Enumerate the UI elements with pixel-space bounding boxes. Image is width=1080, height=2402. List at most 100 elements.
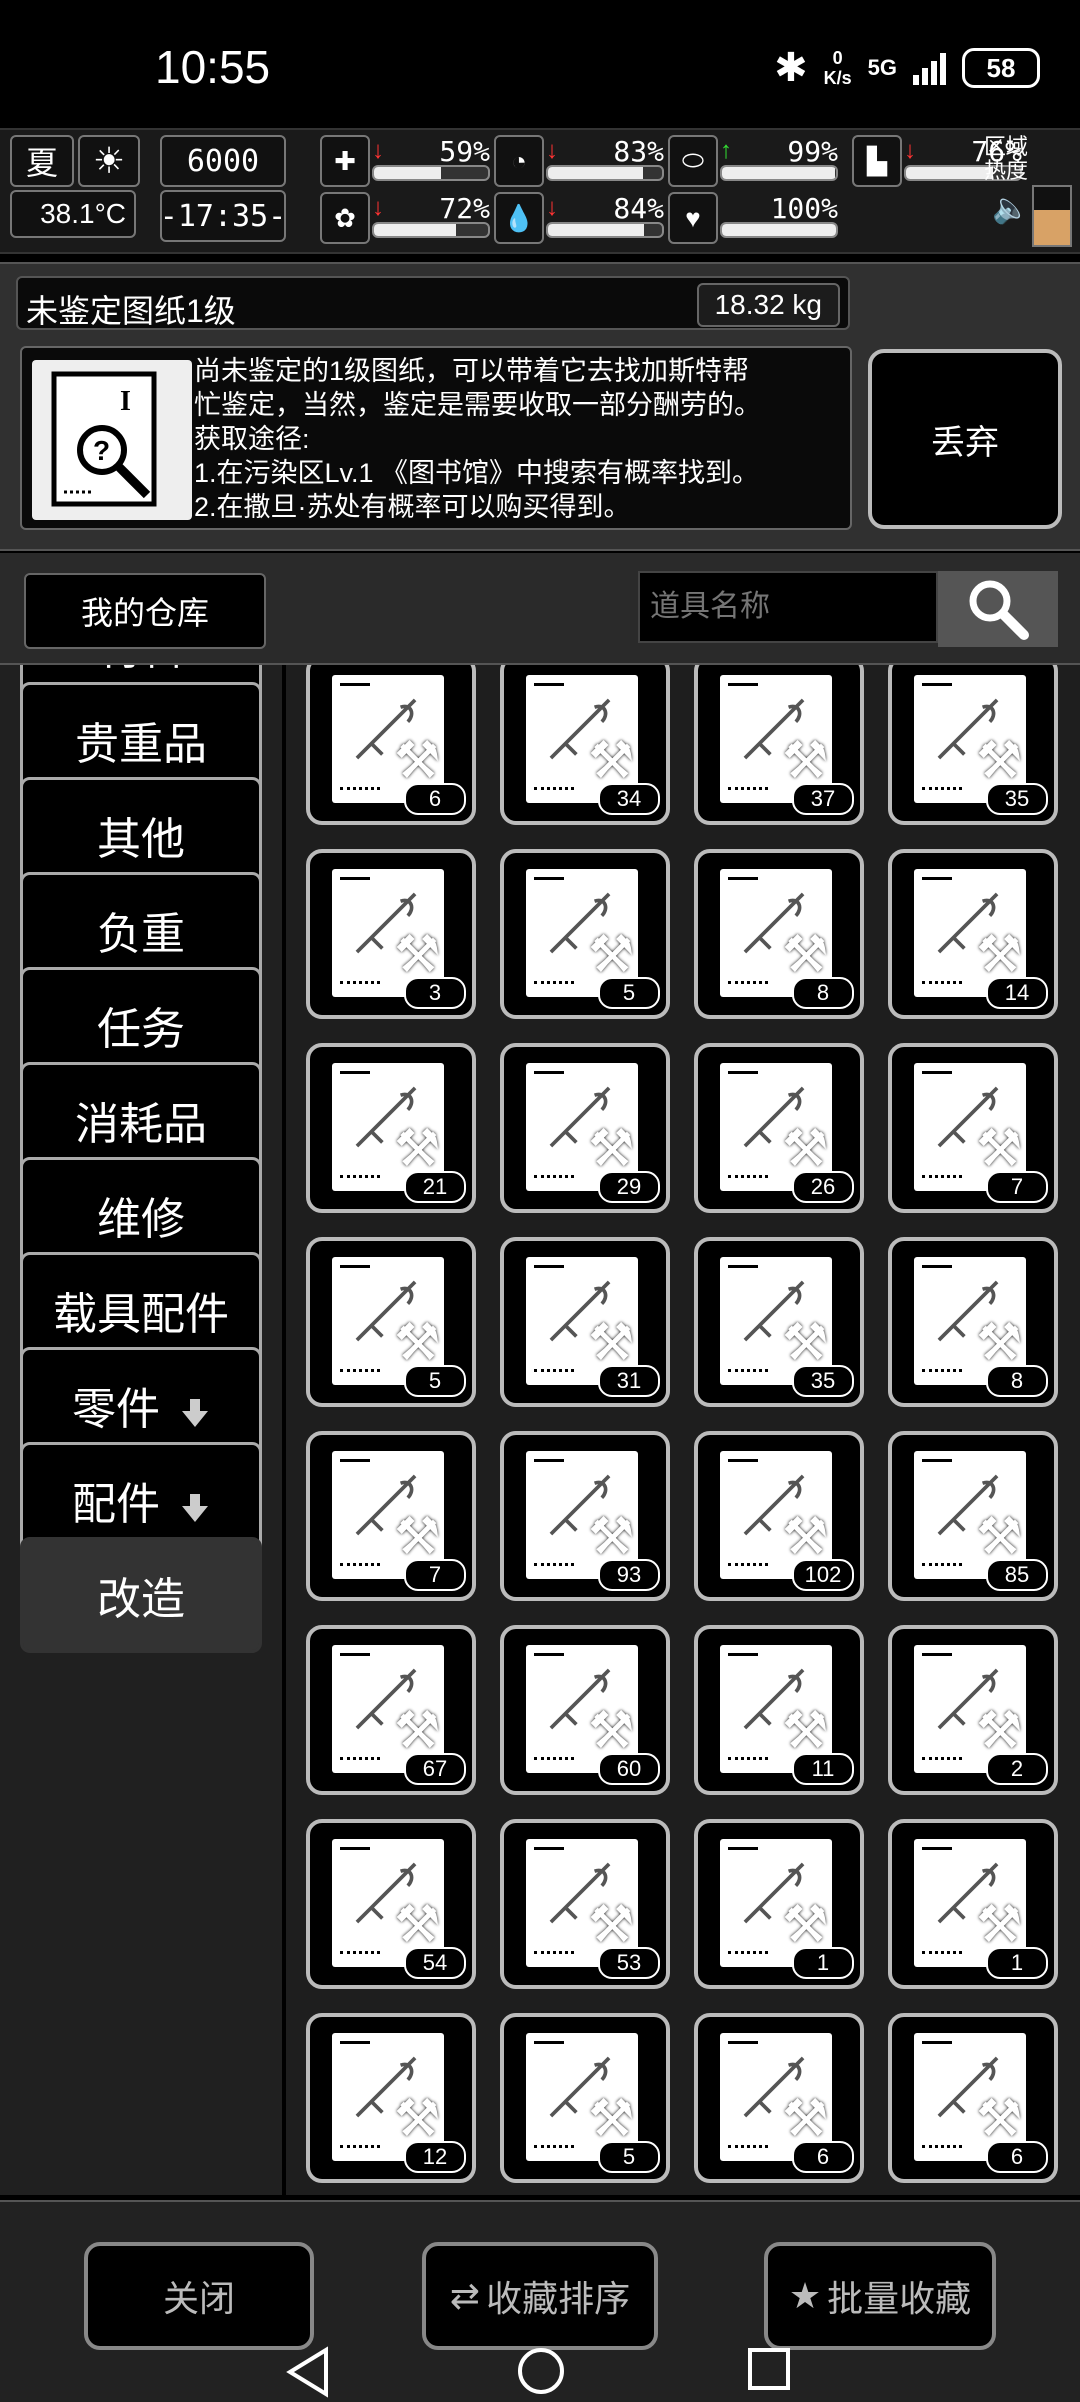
wrench-hammer-icon: ⚒ <box>394 2090 441 2148</box>
wrench-hammer-icon: ⚒ <box>588 1120 635 1178</box>
bluetooth-icon: ✱ <box>774 46 808 90</box>
item-count: 54 <box>404 1947 466 1979</box>
stat-mental: ✿ ↓ 72% <box>320 192 490 244</box>
unidentified-blueprint-icon: I ? <box>32 360 192 520</box>
category-label: 材料 <box>97 665 185 677</box>
item-count: 6 <box>404 783 466 815</box>
blueprint-item[interactable]: ⚒ 2 <box>888 1625 1058 1795</box>
stat-value: 100% <box>770 192 838 225</box>
blueprint-item[interactable]: ⚒ 93 <box>500 1431 670 1601</box>
trend-down-icon: ↓ <box>372 194 384 221</box>
blueprint-item[interactable]: ⚒ 37 <box>694 665 864 825</box>
blueprint-item[interactable]: ⚒ 1 <box>888 1819 1058 1989</box>
sort-icon: ⇄ <box>449 2275 481 2316</box>
blueprint-item[interactable]: ⚒ 85 <box>888 1431 1058 1601</box>
wrench-hammer-icon: ⚒ <box>782 1896 829 1954</box>
wrench-hammer-icon: ⚒ <box>588 1508 635 1566</box>
recents-icon[interactable] <box>746 2346 792 2392</box>
wrench-hammer-icon: ⚒ <box>588 732 635 790</box>
wrench-hammer-icon: ⚒ <box>782 1702 829 1760</box>
search-input[interactable] <box>638 571 938 643</box>
wrench-hammer-icon: ⚒ <box>394 732 441 790</box>
category-list[interactable]: 材料贵重品其他负重任务消耗品维修载具配件零件配件改造 <box>0 665 282 2195</box>
blueprint-item[interactable]: ⚒ 34 <box>500 665 670 825</box>
blueprint-item[interactable]: ⚒ 14 <box>888 849 1058 1019</box>
blueprint-item[interactable]: ⚒ 6 <box>888 2013 1058 2183</box>
discard-button[interactable]: 丢弃 <box>868 349 1062 529</box>
blueprint-item[interactable]: ⚒ 7 <box>888 1043 1058 1213</box>
search-button[interactable] <box>938 571 1058 647</box>
item-grid[interactable]: ⚒ 6 ⚒ 34 ⚒ 37 ⚒ 35 ⚒ 3 ⚒ 5 ⚒ 8 ⚒ 14 ⚒ 21 ⚒ 29 ⚒ 26 ⚒ 7 ⚒ 5 ⚒ 31 ⚒ 35 ⚒… <box>286 665 1080 2195</box>
blueprint-item[interactable]: ⚒ 6 <box>306 665 476 825</box>
speaker-icon[interactable]: 🔈 <box>992 194 1029 224</box>
blueprint-item[interactable]: ⚒ 5 <box>500 849 670 1019</box>
category-label: 贵重品 <box>75 720 207 769</box>
blueprint-item[interactable]: ⚒ 12 <box>306 2013 476 2183</box>
blueprint-item[interactable]: ⚒ 60 <box>500 1625 670 1795</box>
item-count: 53 <box>598 1947 660 1979</box>
wrench-hammer-icon: ⚒ <box>976 1508 1023 1566</box>
capsule-icon: ⬭ <box>668 135 718 187</box>
back-icon[interactable] <box>286 2346 330 2398</box>
blueprint-item[interactable]: ⚒ 67 <box>306 1625 476 1795</box>
stat-value: 83% <box>613 135 664 168</box>
category-label: 配件 <box>72 1480 160 1529</box>
item-count: 34 <box>598 783 660 815</box>
blueprint-item[interactable]: ⚒ 8 <box>888 1237 1058 1407</box>
category-label: 负重 <box>97 910 185 959</box>
stat-value: 99% <box>787 135 838 168</box>
blueprint-item[interactable]: ⚒ 6 <box>694 2013 864 2183</box>
signal-type: 5G <box>867 55 897 80</box>
status-time: 10:55 <box>155 41 271 93</box>
blueprint-item[interactable]: ⚒ 3 <box>306 849 476 1019</box>
player-hud: 夏 ☀ 38.1°C 6000 -17:35- ✚ ↓ 59% ◔ ↓ 83% ⬭ ↑ 99% ✿… <box>0 128 1080 254</box>
item-count: 85 <box>986 1559 1048 1591</box>
blueprint-item[interactable]: ⚒ 5 <box>500 2013 670 2183</box>
item-name: 未鉴定图纸1级 <box>26 293 236 329</box>
trend-down-icon: ↓ <box>904 137 916 164</box>
network-speed: 0 K/s <box>823 48 852 88</box>
category-label: 其他 <box>97 815 185 864</box>
region-heat: 区域 热度 🔈 <box>984 135 1072 247</box>
wrench-hammer-icon: ⚒ <box>588 926 635 984</box>
blueprint-item[interactable]: ⚒ 29 <box>500 1043 670 1213</box>
item-count: 67 <box>404 1753 466 1785</box>
home-icon[interactable] <box>516 2346 566 2396</box>
blueprint-item[interactable]: ⚒ 53 <box>500 1819 670 1989</box>
arrow-down-icon <box>180 1390 210 1427</box>
my-warehouse-tab[interactable]: 我的仓库 <box>24 573 266 649</box>
stat-thirst: 💧 ↓ 84% <box>494 192 664 244</box>
trend-down-icon: ↓ <box>546 194 558 221</box>
boot-icon: ▙ <box>852 135 902 187</box>
item-count: 35 <box>986 783 1048 815</box>
wrench-hammer-icon: ⚒ <box>394 1120 441 1178</box>
system-nav-bar <box>0 2322 1080 2402</box>
blueprint-item[interactable]: ⚒ 102 <box>694 1431 864 1601</box>
blueprint-item[interactable]: ⚒ 31 <box>500 1237 670 1407</box>
item-count: 102 <box>792 1559 854 1591</box>
blueprint-item[interactable]: ⚒ 26 <box>694 1043 864 1213</box>
category-label: 维修 <box>97 1195 185 1244</box>
blueprint-item[interactable]: ⚒ 1 <box>694 1819 864 1989</box>
money-readout: 6000 <box>160 135 286 187</box>
wrench-hammer-icon: ⚒ <box>588 1702 635 1760</box>
blueprint-item[interactable]: ⚒ 35 <box>694 1237 864 1407</box>
item-count: 11 <box>792 1753 854 1785</box>
blueprint-item[interactable]: ⚒ 54 <box>306 1819 476 1989</box>
stat-health: ✚ ↓ 59% <box>320 135 490 187</box>
category-label: 任务 <box>97 1005 185 1054</box>
heart-icon: ♥ <box>668 192 718 244</box>
wrench-hammer-icon: ⚒ <box>782 1508 829 1566</box>
category-10[interactable]: 改造 <box>20 1537 262 1653</box>
blueprint-item[interactable]: ⚒ 8 <box>694 849 864 1019</box>
temperature-readout: 38.1°C <box>10 190 136 238</box>
signal-bars-icon <box>913 51 946 85</box>
item-count: 31 <box>598 1365 660 1397</box>
blueprint-item[interactable]: ⚒ 21 <box>306 1043 476 1213</box>
blueprint-item[interactable]: ⚒ 5 <box>306 1237 476 1407</box>
blueprint-item[interactable]: ⚒ 11 <box>694 1625 864 1795</box>
blueprint-item[interactable]: ⚒ 7 <box>306 1431 476 1601</box>
blueprint-item[interactable]: ⚒ 35 <box>888 665 1058 825</box>
stat-heart: ♥ 100% <box>668 192 838 244</box>
search-box <box>638 571 1058 647</box>
